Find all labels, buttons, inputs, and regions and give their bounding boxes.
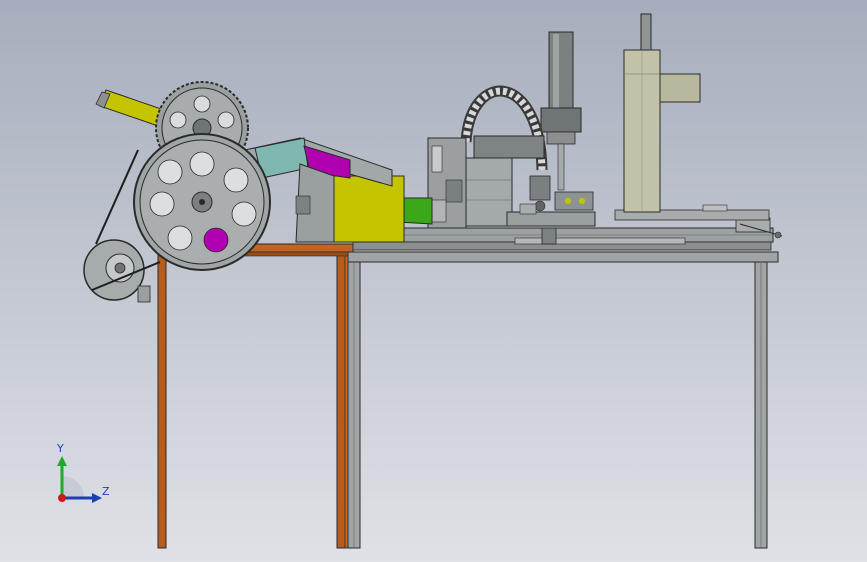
axis-triad: Y Z <box>48 440 118 510</box>
large-flywheel[interactable] <box>133 133 271 271</box>
z-axis-label: Z <box>102 485 110 498</box>
yellow-block[interactable] <box>333 175 405 243</box>
left-table-frame[interactable] <box>157 243 354 549</box>
cad-viewport[interactable]: Y Z <box>0 0 867 562</box>
y-axis-label: Y <box>57 442 64 455</box>
cad-model-scene[interactable] <box>0 0 867 562</box>
right-table-frame[interactable] <box>347 251 779 549</box>
tooling-cluster[interactable] <box>506 175 596 227</box>
beige-press-column[interactable] <box>623 13 701 213</box>
base-plate-rail[interactable] <box>352 227 774 251</box>
